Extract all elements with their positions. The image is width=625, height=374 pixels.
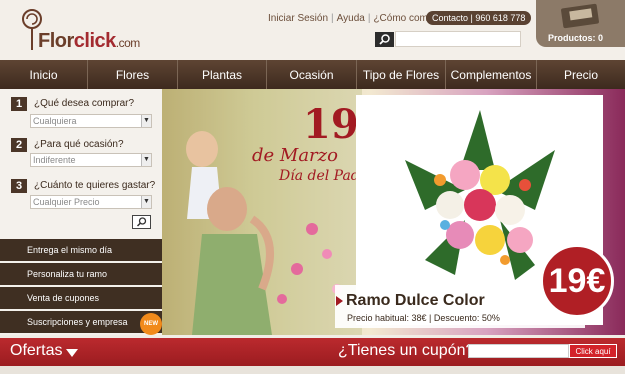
step-number: 2 [11,138,27,152]
product-name[interactable]: Ramo Dulce Color [346,292,485,310]
nav-item-tipo-de-flores[interactable]: Tipo de Flores [357,60,446,89]
step-number: 3 [11,179,27,193]
question-label: ¿Cuánto te quieres gastar? [34,180,156,191]
search-icon [136,217,147,227]
question-label: ¿Qué desea comprar? [34,98,135,109]
filter-search-button[interactable] [132,215,151,229]
occasion-select[interactable]: Indiferente [30,153,152,167]
product-price-info: Precio habitual: 38€ | Descuento: 50% [347,313,500,323]
nav-item-ocasion[interactable]: Ocasión [267,60,357,89]
chevron-down-icon[interactable]: ▼ [141,196,151,208]
price-badge[interactable]: 19€ [540,244,614,318]
coupon-prompt: ¿Tienes un cupón? [338,342,475,359]
search-button[interactable] [375,32,394,47]
help-link[interactable]: Ayuda [337,13,365,24]
arrow-right-icon [336,296,343,306]
footer-strip [0,366,625,374]
question-label: ¿Para qué ocasión? [34,139,124,150]
customize-bouquet-link[interactable]: Personaliza tu ramo [0,263,162,285]
login-link[interactable]: Iniciar Sesión [268,13,328,24]
coupon-input[interactable] [468,344,569,358]
nav-item-plantas[interactable]: Plantas [178,60,267,89]
cart-count[interactable]: Productos: 0 [548,33,603,43]
date-month: de Marzo [252,145,338,166]
budget-select[interactable]: Cualquier Precio [30,195,152,209]
contact-badge[interactable]: Contacto | 960 618 778 [426,11,532,25]
product-type-select[interactable]: Cualquiera [30,114,152,128]
new-badge: NEW [140,313,162,335]
top-links: Iniciar Sesión | Ayuda | ¿Cómo comprar? [268,13,452,24]
nav-item-inicio[interactable]: Inicio [0,60,88,89]
nav-item-precio[interactable]: Precio [537,60,625,89]
logo-text[interactable]: Florclick.com [38,30,140,53]
step-number: 1 [11,97,27,111]
offers-toggle[interactable]: Ofertas [10,342,62,360]
nav-item-complementos[interactable]: Complementos [446,60,537,89]
search-icon [379,34,390,45]
chevron-down-icon[interactable]: ▼ [141,154,151,166]
search-input[interactable] [395,31,521,47]
coupon-submit-button[interactable]: Click aquí [569,344,617,358]
same-day-delivery-link[interactable]: Entrega el mismo día [0,239,162,261]
main-nav: Inicio Flores Plantas Ocasión Tipo de Fl… [0,60,625,89]
chevron-down-icon[interactable] [66,349,78,357]
chevron-down-icon[interactable]: ▼ [141,115,151,127]
subscriptions-link[interactable]: Suscripciones y empresa [0,311,162,333]
nav-item-flores[interactable]: Flores [88,60,178,89]
date-number: 19 [303,101,359,148]
coupon-sales-link[interactable]: Venta de cupones [0,287,162,309]
